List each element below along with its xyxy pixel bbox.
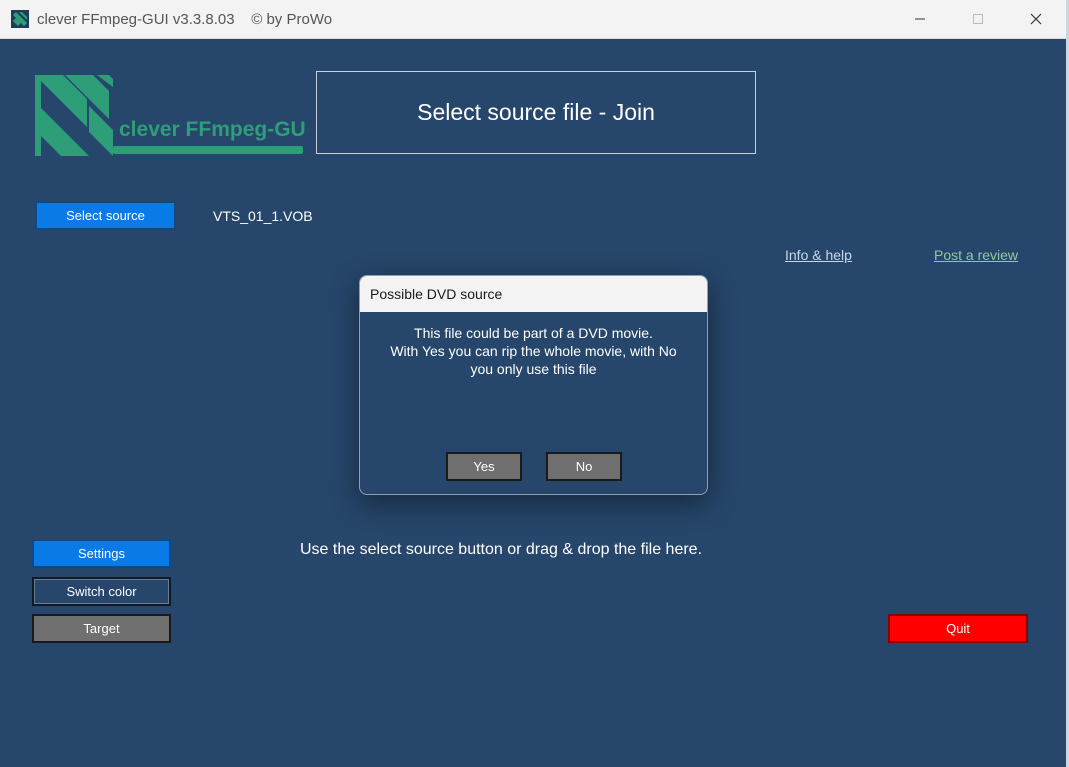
quit-button[interactable]: Quit	[888, 614, 1028, 643]
logo-text: clever FFmpeg-GUI	[119, 118, 305, 141]
target-button[interactable]: Target	[32, 614, 171, 643]
yes-button[interactable]: Yes	[446, 452, 522, 481]
app-logo: clever FFmpeg-GUI	[35, 75, 305, 156]
title-bar[interactable]: clever FFmpeg-GUI v3.3.8.03 © by ProWo	[0, 0, 1066, 39]
close-button[interactable]	[1007, 0, 1065, 38]
close-icon	[1030, 13, 1042, 25]
dialog-message-line: With Yes you can rip the whole movie, wi…	[390, 343, 677, 359]
dialog-message: This file could be part of a DVD movie. …	[360, 324, 707, 378]
dialog-message-line: This file could be part of a DVD movie.	[414, 325, 653, 341]
source-filename: VTS_01_1.VOB	[213, 208, 313, 224]
no-button[interactable]: No	[546, 452, 622, 481]
minimize-button[interactable]	[891, 0, 949, 38]
maximize-icon	[973, 14, 983, 24]
app-icon	[11, 10, 29, 28]
info-help-link[interactable]: Info & help	[785, 247, 852, 263]
app-window: clever FFmpeg-GUI v3.3.8.03 © by ProWo c…	[0, 0, 1066, 767]
settings-button[interactable]: Settings	[32, 539, 171, 568]
drop-hint-text: Use the select source button or drag & d…	[300, 541, 703, 558]
dialog-message-line: you only use this file	[470, 361, 597, 377]
page-title: Select source file - Join	[316, 71, 756, 154]
post-review-link[interactable]: Post a review	[934, 247, 1018, 263]
select-source-button[interactable]: Select source	[35, 201, 176, 230]
maximize-button[interactable]	[949, 0, 1007, 38]
window-title: clever FFmpeg-GUI v3.3.8.03 © by ProWo	[37, 11, 333, 28]
dialog-title: Possible DVD source	[360, 276, 707, 312]
minimize-icon	[915, 18, 925, 20]
dvd-source-dialog: Possible DVD source This file could be p…	[359, 275, 708, 495]
switch-color-button[interactable]: Switch color	[32, 577, 171, 606]
